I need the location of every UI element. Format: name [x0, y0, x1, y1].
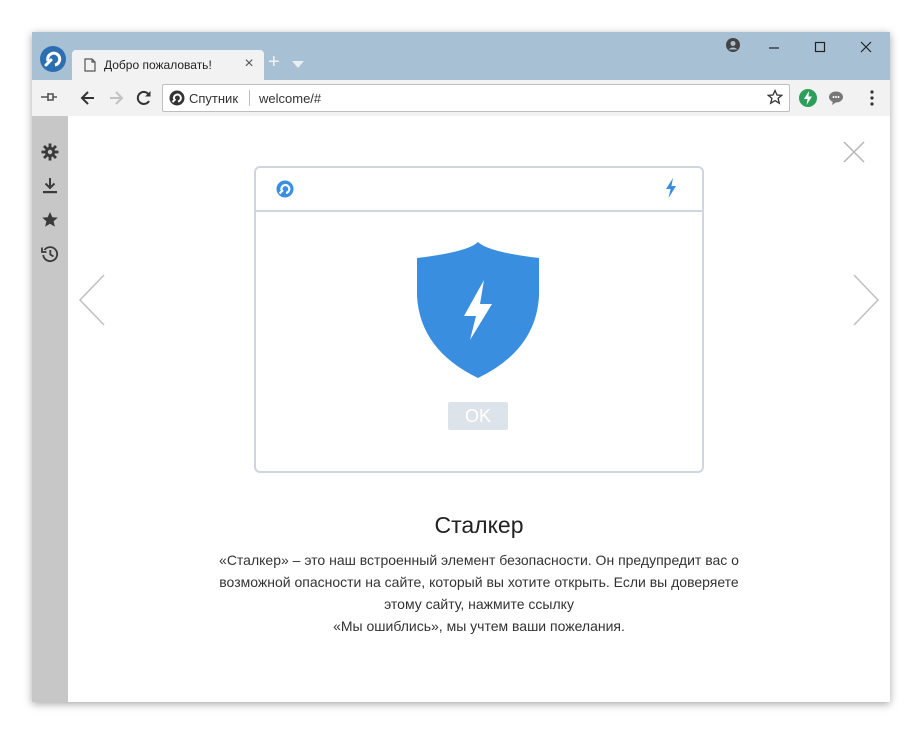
tab-list-dropdown-icon[interactable]	[292, 56, 304, 74]
description-line: «Сталкер» – это наш встроенный элемент б…	[219, 552, 739, 568]
reload-icon[interactable]	[134, 88, 154, 108]
description-line: возможной опасности на сайте, который вы…	[219, 574, 739, 590]
tab-title: Добро пожаловать!	[104, 58, 212, 72]
settings-icon[interactable]	[41, 143, 59, 161]
new-tab-button[interactable]: +	[268, 52, 280, 72]
history-icon[interactable]	[41, 245, 59, 263]
lightning-extension-icon[interactable]	[798, 88, 818, 108]
illustration-browser-bar	[256, 168, 702, 212]
lightning-icon	[664, 178, 678, 203]
back-arrow-icon[interactable]	[78, 88, 98, 108]
address-divider	[249, 90, 250, 106]
stalker-illustration: OK	[254, 166, 704, 473]
forward-arrow-icon[interactable]	[106, 88, 126, 108]
sputnik-logo-icon	[276, 180, 294, 203]
illustration-ok-button: OK	[448, 402, 508, 430]
page-icon	[84, 58, 96, 77]
url-text[interactable]: welcome/#	[259, 91, 321, 106]
navigation-toolbar: Спутник welcome/#	[32, 80, 890, 117]
bookmark-star-icon[interactable]	[766, 88, 784, 110]
feature-heading: Сталкер	[434, 512, 524, 538]
tab-close-button[interactable]: ×	[240, 54, 258, 74]
sidebar	[32, 116, 68, 702]
feature-description: «Сталкер» – это наш встроенный элемент б…	[198, 549, 760, 637]
minimize-button[interactable]	[754, 36, 794, 60]
browser-window: Добро пожаловать! × + Спутник welcome/# …	[32, 32, 890, 702]
pin-sidebar-icon[interactable]	[40, 90, 58, 109]
sputnik-logo-icon[interactable]	[40, 46, 66, 72]
profile-icon[interactable]	[726, 38, 740, 57]
welcome-page: OK Сталкер «Сталкер» – это наш встроенны…	[68, 116, 890, 702]
close-welcome-icon[interactable]	[842, 140, 866, 169]
address-bar[interactable]: Спутник welcome/#	[162, 84, 790, 112]
menu-kebab-icon[interactable]	[862, 88, 882, 108]
download-icon[interactable]	[41, 177, 59, 195]
window-close-button[interactable]	[846, 36, 886, 60]
shield-icon	[414, 240, 542, 385]
site-name: Спутник	[189, 91, 239, 106]
tab-welcome[interactable]: Добро пожаловать! ×	[72, 50, 264, 80]
description-line: «Мы ошиблись», мы учтем ваши пожелания.	[333, 618, 625, 634]
title-bar: Добро пожаловать! × +	[32, 32, 890, 80]
previous-slide-arrow-icon[interactable]	[78, 274, 106, 331]
chat-extension-icon[interactable]	[826, 88, 846, 108]
site-logo-icon	[169, 90, 185, 111]
description-line: этому сайту, нажмите ссылку	[384, 596, 574, 612]
bookmark-star-icon[interactable]	[41, 211, 59, 229]
next-slide-arrow-icon[interactable]	[852, 274, 880, 331]
maximize-button[interactable]	[800, 36, 840, 60]
